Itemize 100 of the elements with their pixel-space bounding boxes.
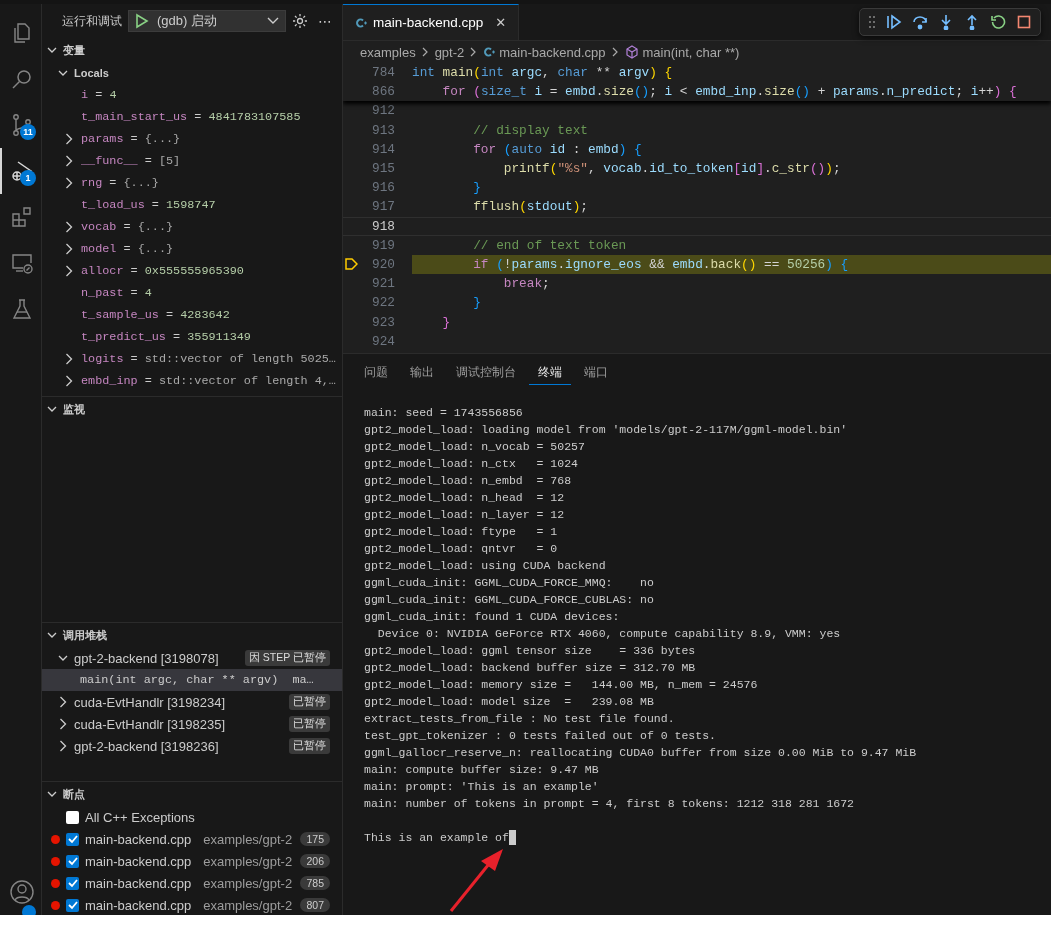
paused-status: 已暂停 xyxy=(289,694,330,710)
variable-entry[interactable]: __func__ = [5] xyxy=(81,154,181,168)
restart-icon[interactable] xyxy=(990,14,1006,30)
terminal-line: gpt2_model_load: ftype = 1 xyxy=(364,524,558,540)
variable-entry[interactable]: t_load_us = 1598747 xyxy=(81,198,216,212)
chevron-right-icon[interactable] xyxy=(65,375,73,387)
breadcrumb-item[interactable]: main-backend.cpp xyxy=(483,44,606,60)
variable-entry[interactable]: i = 4 xyxy=(81,88,117,102)
play-icon xyxy=(135,13,149,29)
stack-frame[interactable]: main(int argc, char ** argv) ma… xyxy=(42,669,342,691)
checkbox[interactable] xyxy=(66,810,79,824)
section-header[interactable]: 调用堆栈 xyxy=(42,623,342,647)
chevron-right-icon[interactable] xyxy=(65,243,73,255)
thread-name[interactable]: gpt-2-backend [3198078] xyxy=(74,650,239,666)
breakpoint-file: main-backend.cpp xyxy=(85,897,192,913)
panel-tab[interactable]: 输出 xyxy=(401,359,443,385)
chevron-right-icon[interactable] xyxy=(65,177,73,189)
line-number: 922 xyxy=(371,295,396,311)
section-header[interactable]: 断点 xyxy=(42,782,342,806)
line-number: 913 xyxy=(371,122,396,138)
terminal-line: ggml_cuda_init: GGML_CUDA_FORCE_MMQ: no xyxy=(364,575,654,591)
chevron-down-icon xyxy=(47,45,57,55)
terminal-line: ggml_cuda_init: GGML_CUDA_FORCE_CUBLAS: no xyxy=(364,592,654,608)
count-badge: 11 xyxy=(20,124,36,140)
step-over-icon[interactable] xyxy=(912,14,928,30)
chevron-right-icon[interactable] xyxy=(58,696,68,708)
terminal-line: gpt2_model_load: n_layer = 12 xyxy=(364,507,565,523)
thread-name[interactable]: cuda-EvtHandlr [3198235] xyxy=(74,716,283,732)
scope-row[interactable]: Locals xyxy=(42,62,342,84)
code-line: break; xyxy=(502,276,550,292)
step-into-icon[interactable] xyxy=(938,14,954,30)
breakpoint-dot xyxy=(50,856,60,866)
breadcrumb-item[interactable]: gpt-2 xyxy=(434,44,465,60)
breakpoint-dot xyxy=(50,900,60,910)
chevron-right-icon[interactable] xyxy=(58,740,68,752)
thread-name[interactable]: cuda-EvtHandlr [3198234] xyxy=(74,694,283,710)
line-number: 915 xyxy=(371,161,396,177)
variable-entry[interactable]: params = {...} xyxy=(81,132,181,146)
paused-status: 已暂停 xyxy=(289,716,330,732)
breadcrumb-item[interactable]: main(int, char **) xyxy=(624,44,740,60)
editor-tab[interactable]: main-backend.cpp ✕ xyxy=(343,4,520,40)
panel-tab[interactable]: 调试控制台 xyxy=(447,359,525,385)
checkbox[interactable] xyxy=(66,876,79,890)
thread-name[interactable]: gpt-2-backend [3198236] xyxy=(74,738,283,754)
code-line: printf("%s", vocab.id_to_token[id].c_str()); xyxy=(502,161,841,177)
terminal-line: gpt2_model_load: memory size = 144.00 MB, n_mem = 24576 xyxy=(364,677,758,693)
checkbox[interactable] xyxy=(66,832,79,846)
terminal-line: main: number of tokens in prompt = 4, first 8 tokens: 1212 318 281 1672 xyxy=(364,796,854,812)
panel-tab[interactable]: 端口 xyxy=(575,359,617,385)
activity-item[interactable]: 1 xyxy=(0,148,41,194)
settings-icon[interactable] xyxy=(292,13,308,29)
variable-entry[interactable]: vocab = {...} xyxy=(81,220,174,234)
line-number-badge: 807 xyxy=(300,898,330,912)
variable-entry[interactable]: rng = {...} xyxy=(81,176,159,190)
variable-entry[interactable]: allocr = 0x555555965390 xyxy=(81,264,244,278)
line-number: 923 xyxy=(371,314,396,330)
panel-tab[interactable]: 终端 xyxy=(529,359,571,385)
chevron-right-icon xyxy=(470,47,478,57)
breakpoint-path: examples/gpt-2 xyxy=(203,853,294,869)
code-line: for (size_t i = embd.size(); i < embd_inp.size() + params.n_predict; i++) { xyxy=(441,84,1017,100)
variable-entry[interactable]: logits = std::vector of length 5025… xyxy=(81,352,336,366)
line-number: 920 xyxy=(371,256,396,272)
chevron-right-icon[interactable] xyxy=(65,353,73,365)
paused-status: 因 STEP 已暂停 xyxy=(244,650,330,666)
variable-entry[interactable]: t_predict_us = 355911349 xyxy=(81,330,251,344)
count-badge: 1 xyxy=(20,170,36,186)
chevron-right-icon[interactable] xyxy=(65,265,73,277)
launch-config-dropdown[interactable]: (gdb) 启动 xyxy=(128,10,286,32)
breadcrumb-item[interactable]: examples xyxy=(360,44,416,60)
terminal-line: gpt2_model_load: model size = 239.08 MB xyxy=(364,694,654,710)
variable-entry[interactable]: embd_inp = std::vector of length 4,… xyxy=(81,374,336,388)
more-actions-button[interactable]: ⋯ xyxy=(314,13,336,29)
cube-icon xyxy=(624,45,639,59)
checkbox[interactable] xyxy=(66,854,79,868)
line-number-badge: 206 xyxy=(300,854,330,868)
remote-explorer-icon xyxy=(9,251,34,275)
variable-entry[interactable]: t_sample_us = 4283642 xyxy=(81,308,230,322)
stop-icon[interactable] xyxy=(1016,14,1032,30)
activity-item[interactable]: 11 xyxy=(0,102,41,148)
variable-entry[interactable]: t_main_start_us = 4841783107585 xyxy=(81,110,301,124)
variable-entry[interactable]: model = {...} xyxy=(81,242,174,256)
section-header[interactable]: 变量 xyxy=(42,38,342,62)
close-icon[interactable]: ✕ xyxy=(495,15,507,30)
panel-tab[interactable]: 问题 xyxy=(355,359,397,385)
breakpoint-label: All C++ Exceptions xyxy=(85,809,195,825)
chevron-right-icon[interactable] xyxy=(58,718,68,730)
checkbox[interactable] xyxy=(66,898,79,912)
continue-icon[interactable] xyxy=(886,14,902,30)
terminal-line: gpt2_model_load: n_embd = 768 xyxy=(364,473,572,489)
variable-entry[interactable]: n_past = 4 xyxy=(81,286,152,300)
code-line: for (auto id : embd) { xyxy=(472,141,642,157)
chevron-right-icon[interactable] xyxy=(65,221,73,233)
terminal-line: main: prompt: 'This is an example' xyxy=(364,779,599,795)
chevron-right-icon[interactable] xyxy=(65,155,73,167)
section-header[interactable]: 监视 xyxy=(42,397,342,421)
chevron-down-icon xyxy=(47,789,57,799)
breakpoint-file: main-backend.cpp xyxy=(85,853,192,869)
chevron-right-icon[interactable] xyxy=(65,133,73,145)
terminal-line: ggml_gallocr_reserve_n: reallocating CUDA0 buffer from size 0.00 MiB to 9.47 MiB xyxy=(364,745,917,761)
drag-handle-icon[interactable] xyxy=(868,15,876,29)
